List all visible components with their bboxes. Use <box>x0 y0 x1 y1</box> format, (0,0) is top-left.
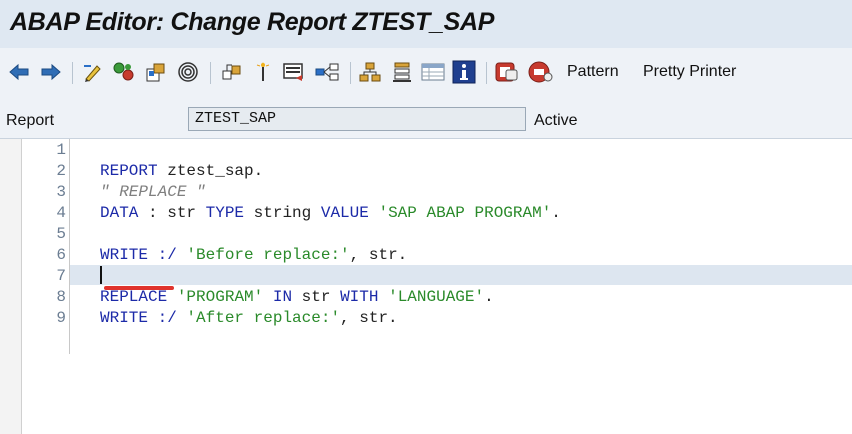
line-number: 6 <box>56 246 66 264</box>
code-editor[interactable]: 1 2 REPORT ztest_sap. 3 " REPLACE " 4 DATA : s… <box>0 139 852 434</box>
debug-icon[interactable] <box>528 60 554 84</box>
error-squiggle <box>104 286 174 290</box>
code-line[interactable]: 5 <box>0 224 852 245</box>
text-cursor <box>100 266 102 284</box>
check-icon[interactable] <box>220 60 244 84</box>
code-text: REPLACE 'PROGRAM' IN str WITH 'LANGUAGE'… <box>100 287 494 308</box>
application-toolbar: Pattern Pretty Printer <box>0 48 852 99</box>
code-line[interactable]: 4 DATA : str TYPE string VALUE 'SAP ABAP … <box>0 203 852 224</box>
code-token: WRITE <box>100 246 149 264</box>
code-token: VALUE <box>320 204 369 222</box>
where-used-icon[interactable] <box>176 60 200 84</box>
code-token: str <box>292 288 341 306</box>
code-token: : str <box>138 204 206 222</box>
report-label: Report <box>6 112 55 129</box>
syntax-check-icon[interactable] <box>282 60 306 84</box>
pretty-printer-button[interactable]: Pretty Printer <box>643 63 736 81</box>
code-token: . <box>484 288 494 306</box>
window-title: ABAP Editor: Change Report ZTEST_SAP <box>10 8 495 36</box>
line-number: 9 <box>56 309 66 327</box>
code-token: ztest_sap. <box>157 162 264 180</box>
other-object-icon[interactable] <box>144 60 168 84</box>
title-bar: ABAP Editor: Change Report ZTEST_SAP <box>0 0 852 48</box>
code-line[interactable]: 2 REPORT ztest_sap. <box>0 161 852 182</box>
code-token: string <box>244 204 321 222</box>
line-number: 2 <box>56 162 66 180</box>
code-line[interactable]: 8 REPLACE 'PROGRAM' IN str WITH 'LANGUAGE… <box>0 287 852 308</box>
code-token: " REPLACE " <box>100 183 206 201</box>
code-token: WRITE <box>100 309 149 327</box>
code-token: 'Before replace:' <box>186 246 350 264</box>
code-token: REPORT <box>100 162 158 180</box>
display-change-icon[interactable] <box>82 60 104 84</box>
line-number: 1 <box>56 141 66 159</box>
status-text: Active <box>534 112 578 129</box>
code-text: REPORT ztest_sap. <box>100 161 263 182</box>
code-line[interactable]: 9 WRITE :/ 'After replace:', str. <box>0 308 852 329</box>
pattern-button[interactable]: Pattern <box>567 63 619 81</box>
execute-icon[interactable] <box>494 60 520 84</box>
code-line[interactable]: 7 <box>0 266 852 287</box>
line-number: 3 <box>56 183 66 201</box>
code-token: TYPE <box>205 204 245 222</box>
code-line[interactable]: 3 " REPLACE " <box>0 182 852 203</box>
forward-arrow-icon[interactable] <box>40 60 62 84</box>
table-icon[interactable] <box>420 60 446 84</box>
code-token: 'SAP ABAP PROGRAM' <box>378 204 552 222</box>
code-line[interactable]: 6 WRITE :/ 'Before replace:', str. <box>0 245 852 266</box>
code-token: :/ <box>148 309 187 327</box>
code-text: WRITE :/ 'After replace:', str. <box>100 308 398 329</box>
hierarchy-icon[interactable] <box>358 60 382 84</box>
navigate-icon[interactable] <box>314 60 340 84</box>
breakpoint-icon[interactable] <box>252 60 274 84</box>
line-number: 7 <box>56 267 66 285</box>
line-number: 5 <box>56 225 66 243</box>
activate-icon[interactable] <box>112 60 136 84</box>
code-token: 'PROGRAM' <box>176 288 264 306</box>
code-token: 'LANGUAGE' <box>388 288 485 306</box>
stack-icon[interactable] <box>390 60 414 84</box>
code-token: REPLACE <box>100 288 168 306</box>
code-token: , str. <box>349 246 408 264</box>
code-token: 'After replace:' <box>186 309 341 327</box>
code-text: DATA : str TYPE string VALUE 'SAP ABAP P… <box>100 203 561 224</box>
code-text: " REPLACE " <box>100 182 206 203</box>
code-token: . <box>551 204 561 222</box>
code-token: , str. <box>340 309 398 327</box>
code-line[interactable]: 1 <box>0 140 852 161</box>
code-token: DATA <box>100 204 139 222</box>
code-token: :/ <box>148 246 187 264</box>
object-info-bar: Report ZTEST_SAP Active <box>0 98 852 139</box>
code-token: WITH <box>340 288 379 306</box>
line-number: 4 <box>56 204 66 222</box>
line-number: 8 <box>56 288 66 306</box>
report-name-field[interactable]: ZTEST_SAP <box>188 107 526 131</box>
back-arrow-icon[interactable] <box>8 60 30 84</box>
code-token: IN <box>272 288 293 306</box>
code-text: WRITE :/ 'Before replace:', str. <box>100 245 407 266</box>
info-icon[interactable] <box>452 60 476 84</box>
